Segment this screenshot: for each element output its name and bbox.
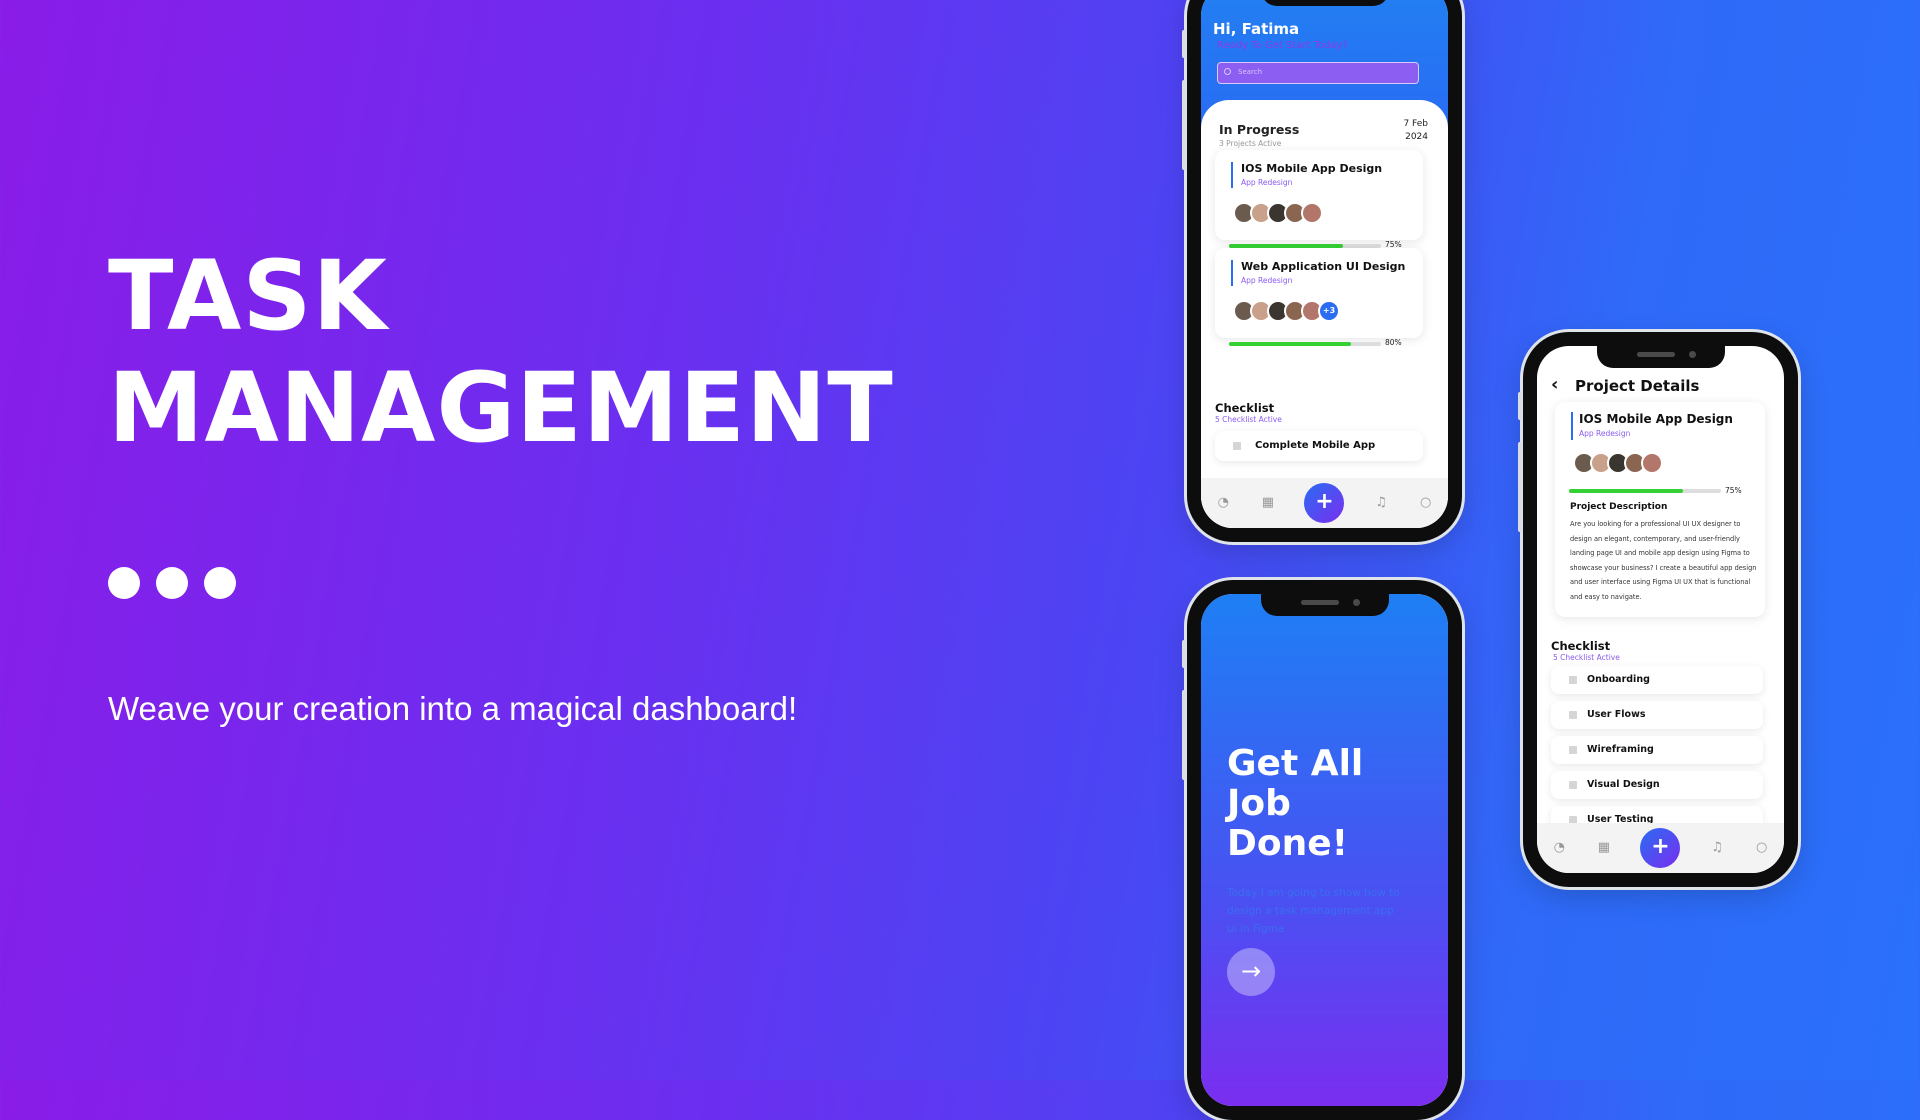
date-line1: 7 Feb [1403, 119, 1428, 129]
checklist-item-label: Wireframing [1587, 744, 1654, 755]
dashboard-icon[interactable]: ◔ [1215, 495, 1231, 511]
project-detail-card: IOS Mobile App Design App Redesign 75% P… [1555, 402, 1765, 617]
dot [108, 567, 140, 599]
checklist-title: Checklist [1551, 639, 1611, 653]
hero-title-line2: MANAGEMENT [108, 352, 894, 464]
extra-members-badge: +3 [1318, 300, 1340, 322]
checkbox[interactable] [1569, 711, 1577, 719]
headline-line3: Done! [1227, 823, 1349, 864]
bell-icon[interactable]: ♫ [1709, 840, 1725, 856]
checklist-item[interactable]: Visual Design [1551, 771, 1763, 799]
page-title: Project Details [1575, 377, 1700, 395]
phone-home-screen: Hi, Fatima Ready To Get Start Today? Sea… [1201, 0, 1448, 528]
section-subtitle: 3 Projects Active [1219, 139, 1282, 148]
hero-title-line1: TASK [108, 240, 388, 352]
add-button[interactable]: + [1304, 483, 1345, 523]
member-avatars [1573, 452, 1663, 474]
user-icon[interactable]: ○ [1418, 495, 1434, 511]
progress-label: 75% [1725, 486, 1742, 495]
checkbox[interactable] [1233, 442, 1241, 450]
phone-details-mockup: ‹ Project Details IOS Mobile App Design … [1518, 332, 1798, 887]
project-title: IOS Mobile App Design [1241, 162, 1383, 175]
project-card[interactable]: IOS Mobile App Design App Redesign 75% [1215, 150, 1423, 249]
section-title: In Progress [1219, 122, 1300, 137]
search-placeholder: Search [1238, 68, 1263, 76]
avatar [1641, 452, 1663, 474]
card-accent-bar [1571, 412, 1573, 440]
dot [204, 567, 236, 599]
member-avatars [1233, 202, 1323, 224]
checklist-item-label: Complete Mobile App [1255, 440, 1376, 451]
project-subtitle: App Redesign [1579, 429, 1631, 438]
project-subtitle: App Redesign [1241, 178, 1293, 187]
progress-label: 80% [1385, 338, 1402, 347]
project-subtitle: App Redesign [1241, 276, 1293, 285]
home-content: In Progress 3 Projects Active 7 Feb 2024… [1201, 100, 1448, 528]
project-description: Are you looking for a professional UI UX… [1570, 520, 1757, 601]
headline-line1: Get All [1227, 743, 1364, 784]
date-label: 7 Feb 2024 [1388, 118, 1428, 144]
progress-bar [1569, 489, 1721, 493]
checklist-item[interactable]: Onboarding [1551, 666, 1763, 694]
dot [156, 567, 188, 599]
checklist-item[interactable]: Complete Mobile App [1215, 431, 1423, 461]
greeting-subtitle: Ready To Get Start Today? [1217, 40, 1348, 51]
checklist-item-label: User Flows [1587, 709, 1646, 720]
description-title: Project Description [1570, 502, 1668, 512]
checklist-subtitle: 5 Checklist Active [1215, 415, 1282, 424]
phone-onboarding-mockup: Get All Job Done! Today I am going to sh… [1182, 580, 1462, 1120]
back-icon[interactable]: ‹ [1551, 374, 1558, 395]
greeting: Hi, Fatima [1213, 20, 1300, 38]
arrow-right-icon: → [1240, 957, 1262, 985]
avatar [1301, 202, 1323, 224]
search-input[interactable]: Search [1217, 62, 1419, 84]
hero-title: TASK MANAGEMENT [108, 240, 894, 464]
phone-notch [1260, 0, 1389, 6]
checklist-item[interactable]: User Flows [1551, 701, 1763, 729]
progress-bar [1229, 342, 1381, 346]
card-accent-bar [1231, 260, 1233, 286]
phone-details-screen: ‹ Project Details IOS Mobile App Design … [1537, 346, 1784, 873]
member-avatars: +3 [1233, 300, 1340, 322]
checklist-subtitle: 5 Checklist Active [1553, 653, 1620, 662]
card-accent-bar [1231, 162, 1233, 188]
next-button[interactable]: → [1227, 948, 1275, 996]
checkbox[interactable] [1569, 676, 1577, 684]
checklist-title: Checklist [1215, 401, 1275, 415]
add-button[interactable]: + [1640, 828, 1681, 868]
bell-icon[interactable]: ♫ [1373, 495, 1389, 511]
checklist-item[interactable]: Wireframing [1551, 736, 1763, 764]
onboarding-headline: Get All Job Done! [1227, 744, 1363, 864]
checkbox[interactable] [1569, 781, 1577, 789]
onboarding-body: Today I am going to show how to design a… [1227, 887, 1400, 935]
tagline: Weave your creation into a magical dashb… [108, 690, 798, 727]
phone-notch [1596, 346, 1725, 368]
dashboard-icon[interactable]: ◔ [1551, 840, 1567, 856]
checklist-item-label: Onboarding [1587, 674, 1650, 685]
calendar-icon[interactable]: ▦ [1596, 840, 1612, 856]
phone-notch [1260, 594, 1389, 616]
checkbox[interactable] [1569, 746, 1577, 754]
headline-line2: Job [1227, 783, 1291, 824]
checklist-item-label: Visual Design [1587, 779, 1660, 790]
date-line2: 2024 [1405, 132, 1428, 142]
checklist: Onboarding User Flows Wireframing Visual… [1551, 666, 1763, 841]
search-icon [1224, 68, 1231, 75]
project-title: IOS Mobile App Design [1579, 412, 1733, 426]
user-icon[interactable]: ○ [1754, 840, 1770, 856]
bottom-nav: ◔ ▦ + ♫ ○ [1201, 478, 1448, 528]
bottom-nav: ◔ ▦ + ♫ ○ [1537, 823, 1784, 873]
phone-home-mockup: Hi, Fatima Ready To Get Start Today? Sea… [1182, 0, 1462, 542]
decorative-dots [108, 567, 236, 599]
project-card[interactable]: Web Application UI Design App Redesign +… [1215, 248, 1423, 347]
project-title: Web Application UI Design [1241, 260, 1406, 273]
phone-onboarding-screen: Get All Job Done! Today I am going to sh… [1201, 594, 1448, 1106]
calendar-icon[interactable]: ▦ [1260, 495, 1276, 511]
